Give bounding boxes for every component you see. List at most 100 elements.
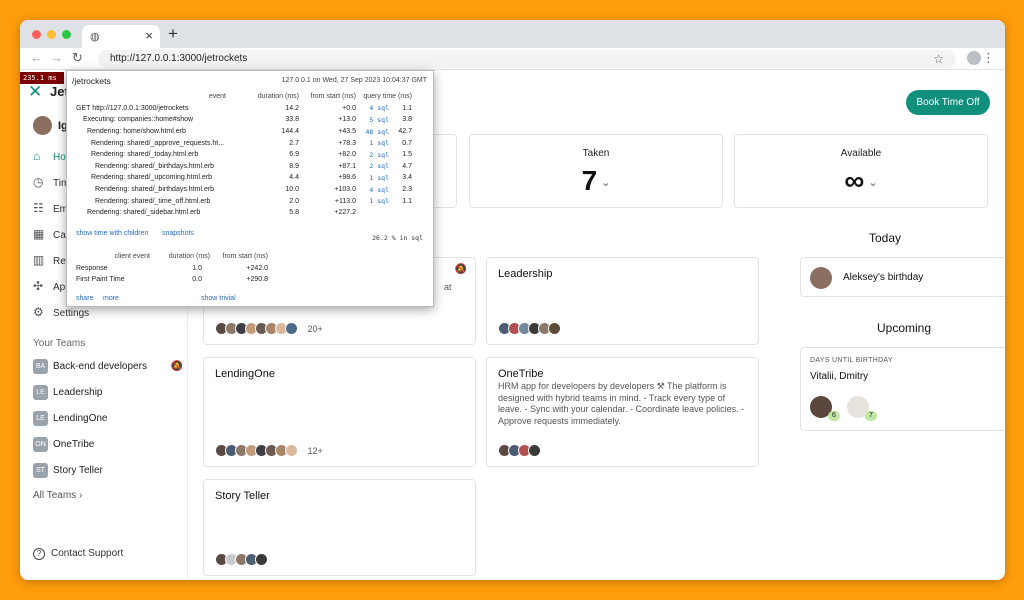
upcoming-names: Vitalii, Dmitry [810, 371, 869, 382]
team-badge: ON [33, 437, 48, 452]
profile-icon[interactable] [967, 51, 981, 65]
query-time [389, 207, 412, 219]
upcoming-birthdays-card[interactable]: DAYS UNTIL BIRTHDAY Vitalii, Dmitry 6 7 [800, 347, 1005, 431]
sql-link[interactable]: 1 sql [356, 195, 389, 207]
profiler-server-info: 127.0.0.1 on Wed, 27 Sep 2023 10:04:37 G… [281, 77, 427, 84]
team-card-story-teller[interactable]: Story Teller [203, 479, 476, 576]
sidebar-team-back-end-developers[interactable]: BA Back-end developers 🔕 [33, 359, 183, 377]
member-avatars [215, 551, 268, 567]
from-start: +103.0 [334, 186, 356, 194]
sql-link[interactable]: 2 sql [356, 149, 389, 161]
from-start: +43.5 [338, 128, 356, 136]
sql-link[interactable]: 1 sql [356, 137, 389, 149]
from-start: +87.1 [338, 162, 356, 170]
query-time: 42.7 [398, 128, 412, 136]
event-name: Rendering: shared/_birthdays.html.erb [95, 186, 215, 194]
from-start: +82.0 [338, 151, 356, 159]
today-heading: Today [869, 231, 902, 245]
from-start: +0.0 [342, 104, 356, 112]
stat-value: ∞ [844, 165, 865, 196]
from-start: +113.0 [334, 197, 356, 205]
days-badge: 6 [828, 411, 840, 421]
stat-label: Available [840, 148, 882, 159]
show-time-with-children-link[interactable]: show time with children [76, 230, 148, 237]
team-card-onetribe[interactable]: OneTribe HRM app for developers by devel… [486, 357, 759, 467]
sidebar-team-onetribe[interactable]: ON OneTribe [33, 437, 183, 455]
duration: 14.2 [285, 104, 299, 112]
from-start: +242.0 [246, 264, 268, 272]
team-name: LendingOne [53, 413, 108, 425]
browser-menu-icon[interactable]: ⋮ [982, 50, 995, 66]
sql-link[interactable]: 2 sql [356, 161, 389, 173]
stat-card-available[interactable]: Available ∞ ⌄ [734, 134, 988, 208]
from-start: +290.8 [246, 276, 268, 284]
table-row: GET http://127.0.0.1:3000/jetrockets 14.2… [76, 103, 412, 115]
query-time: 3.8 [402, 116, 412, 124]
sql-link[interactable]: 1 sql [356, 172, 389, 184]
back-icon[interactable]: ← [30, 50, 43, 65]
stat-card-taken[interactable]: Taken 7 ⌄ [469, 134, 723, 208]
team-card-title: LendingOne [215, 368, 275, 380]
forward-icon[interactable]: → [50, 50, 63, 65]
close-window-button[interactable] [32, 30, 41, 39]
query-time: 2.3 [402, 186, 412, 194]
logo-icon[interactable]: ✕ [28, 82, 42, 102]
bell-muted-icon[interactable]: 🔕 [455, 264, 467, 275]
sql-link[interactable]: 4 sql [356, 184, 389, 196]
help-icon: ? [33, 548, 45, 560]
bell-muted-icon[interactable]: 🔕 [171, 359, 183, 375]
duration: 1.0 [192, 264, 202, 272]
avatar [548, 322, 561, 336]
url-bar[interactable]: http://127.0.0.1:3000/jetrockets ☆ [98, 50, 956, 68]
url-text: http://127.0.0.1:3000/jetrockets [110, 53, 248, 64]
from-start: +98.6 [338, 174, 356, 182]
snapshots-link[interactable]: snapshots [162, 230, 194, 237]
maximize-window-button[interactable] [62, 30, 71, 39]
browser-tab[interactable]: ◍ × [82, 25, 160, 48]
book-time-off-button[interactable]: Book Time Off [906, 90, 990, 115]
sql-link[interactable]: 5 sql [356, 114, 389, 126]
event-name: First Paint Time [76, 276, 125, 284]
event-name: Rendering: shared/_sidebar.html.erb [87, 209, 201, 217]
more-link[interactable]: more [103, 295, 119, 302]
chevron-down-icon: ⌄ [868, 177, 878, 190]
profiler-badge[interactable]: 235.1 ms [20, 72, 64, 84]
query-time: 3.4 [402, 174, 412, 182]
avatar [285, 322, 298, 336]
close-tab-icon[interactable]: × [145, 28, 153, 43]
sidebar-team-lendingone[interactable]: LE LendingOne [33, 411, 183, 429]
team-card-desc: HRM app for developers by developers ⚒ T… [498, 381, 745, 426]
minimize-window-button[interactable] [47, 30, 56, 39]
team-name: Back-end developers [53, 361, 147, 373]
all-teams-link[interactable]: All Teams › [33, 490, 82, 501]
sidebar-team-leadership[interactable]: LE Leadership [33, 385, 183, 403]
team-card-lendingone[interactable]: LendingOne 12+ [203, 357, 476, 467]
contact-support-link[interactable]: ? Contact Support [33, 548, 123, 560]
table-header-row: event duration (ms) from start (ms) quer… [76, 91, 412, 103]
table-row: Rendering: shared/_today.html.erb 6.9 +82.… [76, 149, 412, 161]
table-row: Response 1.0 +242.0 [76, 263, 268, 275]
today-birthday-card[interactable]: Aleksey's birthday [800, 257, 1005, 297]
chart-icon: ▥ [33, 253, 45, 267]
calendar-icon: ▦ [33, 227, 45, 241]
sql-link[interactable]: 4 sql [356, 103, 389, 115]
sql-link[interactable] [356, 207, 389, 219]
duration: 10.0 [285, 186, 299, 194]
bookmark-star-icon[interactable]: ☆ [933, 50, 944, 68]
sidebar-team-story-teller[interactable]: ST Story Teller [33, 463, 183, 481]
event-name: Rendering: shared/_time_off.html.erb [95, 197, 211, 205]
reload-icon[interactable]: ↻ [72, 50, 83, 66]
duration: 33.8 [285, 116, 299, 124]
duration: 6.9 [289, 151, 299, 159]
sql-link[interactable]: 48 sql [356, 126, 389, 138]
share-link[interactable]: share [76, 295, 94, 302]
column-header: duration (ms) [168, 253, 210, 261]
from-start: +78.3 [338, 139, 356, 147]
new-tab-button[interactable]: + [168, 24, 178, 44]
duration: 2.7 [289, 139, 299, 147]
show-trivial-link[interactable]: show trivial [201, 295, 236, 302]
puzzle-icon: ✣ [33, 279, 44, 293]
event-name: Rendering: shared/_birthdays.html.erb [95, 162, 215, 170]
team-card-leadership[interactable]: Leadership [486, 257, 759, 345]
avatar[interactable] [33, 116, 52, 135]
